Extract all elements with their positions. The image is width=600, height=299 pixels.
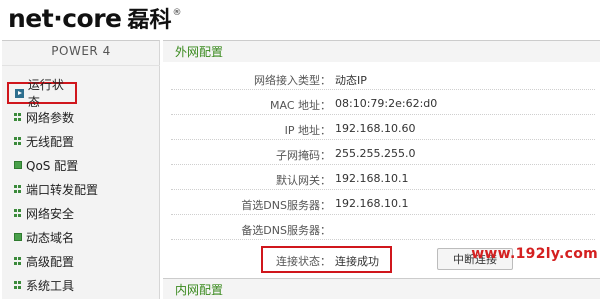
sidebar-item-label: 动态域名: [26, 230, 75, 245]
sidebar-title: POWER 4: [51, 44, 111, 58]
wan-row-secondary-dns: 备选DNS服务器：: [171, 216, 595, 240]
sidebar-item-label: 无线配置: [26, 134, 75, 149]
logo-chinese-text: 磊科: [127, 8, 172, 33]
grid-icon: [14, 137, 22, 145]
row-label: 备选DNS服务器：: [241, 224, 331, 237]
sidebar-item-qos[interactable]: QoS 配置: [8, 155, 156, 175]
grid-icon: [14, 185, 22, 193]
grid-icon: [14, 113, 22, 121]
status-highlight-box: [261, 246, 392, 273]
row-label: 首选DNS服务器：: [241, 199, 331, 212]
row-value: 192.168.10.1: [335, 197, 409, 210]
row-value: 255.255.255.0: [335, 147, 416, 160]
row-value: 动态IP: [335, 74, 367, 87]
play-icon: [15, 88, 24, 98]
sidebar-item-ddns[interactable]: 动态域名: [8, 227, 156, 247]
wan-row-gateway: 默认网关： 192.168.10.1: [171, 166, 595, 190]
row-value: 192.168.10.60: [335, 122, 416, 135]
wan-row-subnet: 子网掩码： 255.255.255.0: [171, 141, 595, 165]
wan-row-primary-dns: 首选DNS服务器： 192.168.10.1: [171, 191, 595, 215]
grid-icon: [14, 209, 22, 217]
sidebar-item-port-forwarding[interactable]: 端口转发配置: [8, 179, 156, 199]
netcore-logo[interactable]: net·core 磊科 ®: [8, 2, 182, 33]
wan-section-title: 外网配置: [163, 40, 600, 62]
sidebar-item-label: QoS 配置: [26, 158, 79, 173]
registered-mark: ®: [172, 8, 182, 18]
row-label: 默认网关：: [276, 174, 331, 187]
grid-icon: [14, 257, 22, 265]
wan-row-access-type: 网络接入类型： 动态IP: [171, 66, 595, 90]
sidebar-item-label: 网络参数: [26, 110, 75, 125]
logo-text: net·core: [8, 4, 122, 33]
row-value: 08:10:79:2e:62:d0: [335, 97, 438, 110]
sidebar: POWER 4 运行状态 网络参数 无线配置 QoS 配置 端口转发配置 网络安…: [2, 40, 160, 299]
sidebar-item-label: 网络安全: [26, 206, 75, 221]
wan-row-mac: MAC 地址： 08:10:79:2e:62:d0: [171, 91, 595, 115]
row-label: 网络接入类型：: [254, 74, 331, 87]
sidebar-item-network-params[interactable]: 网络参数: [8, 107, 156, 127]
sidebar-item-wireless[interactable]: 无线配置: [8, 131, 156, 151]
sidebar-item-label: 端口转发配置: [26, 182, 99, 197]
row-label: MAC 地址：: [270, 99, 331, 112]
sidebar-item-label: 系统工具: [26, 278, 75, 293]
sidebar-item-system-tools[interactable]: 系统工具: [8, 275, 156, 295]
square-icon: [14, 161, 22, 169]
watermark-text: www.192ly.com: [471, 246, 598, 262]
sidebar-divider: [2, 65, 160, 66]
lan-section-title: 内网配置: [163, 278, 600, 299]
row-value: 192.168.10.1: [335, 172, 409, 185]
row-label: IP 地址：: [284, 124, 331, 137]
sidebar-item-run-status[interactable]: 运行状态: [7, 78, 77, 109]
square-icon: [14, 233, 22, 241]
sidebar-item-label: 高级配置: [26, 254, 75, 269]
wan-row-ip: IP 地址： 192.168.10.60: [171, 116, 595, 140]
row-label: 子网掩码：: [276, 149, 331, 162]
header: net·core 磊科 ®: [0, 0, 600, 40]
sidebar-item-label: 运行状态: [27, 78, 64, 109]
sidebar-item-network-security[interactable]: 网络安全: [8, 203, 156, 223]
sidebar-item-advanced[interactable]: 高级配置: [8, 251, 156, 271]
grid-icon: [14, 281, 22, 289]
